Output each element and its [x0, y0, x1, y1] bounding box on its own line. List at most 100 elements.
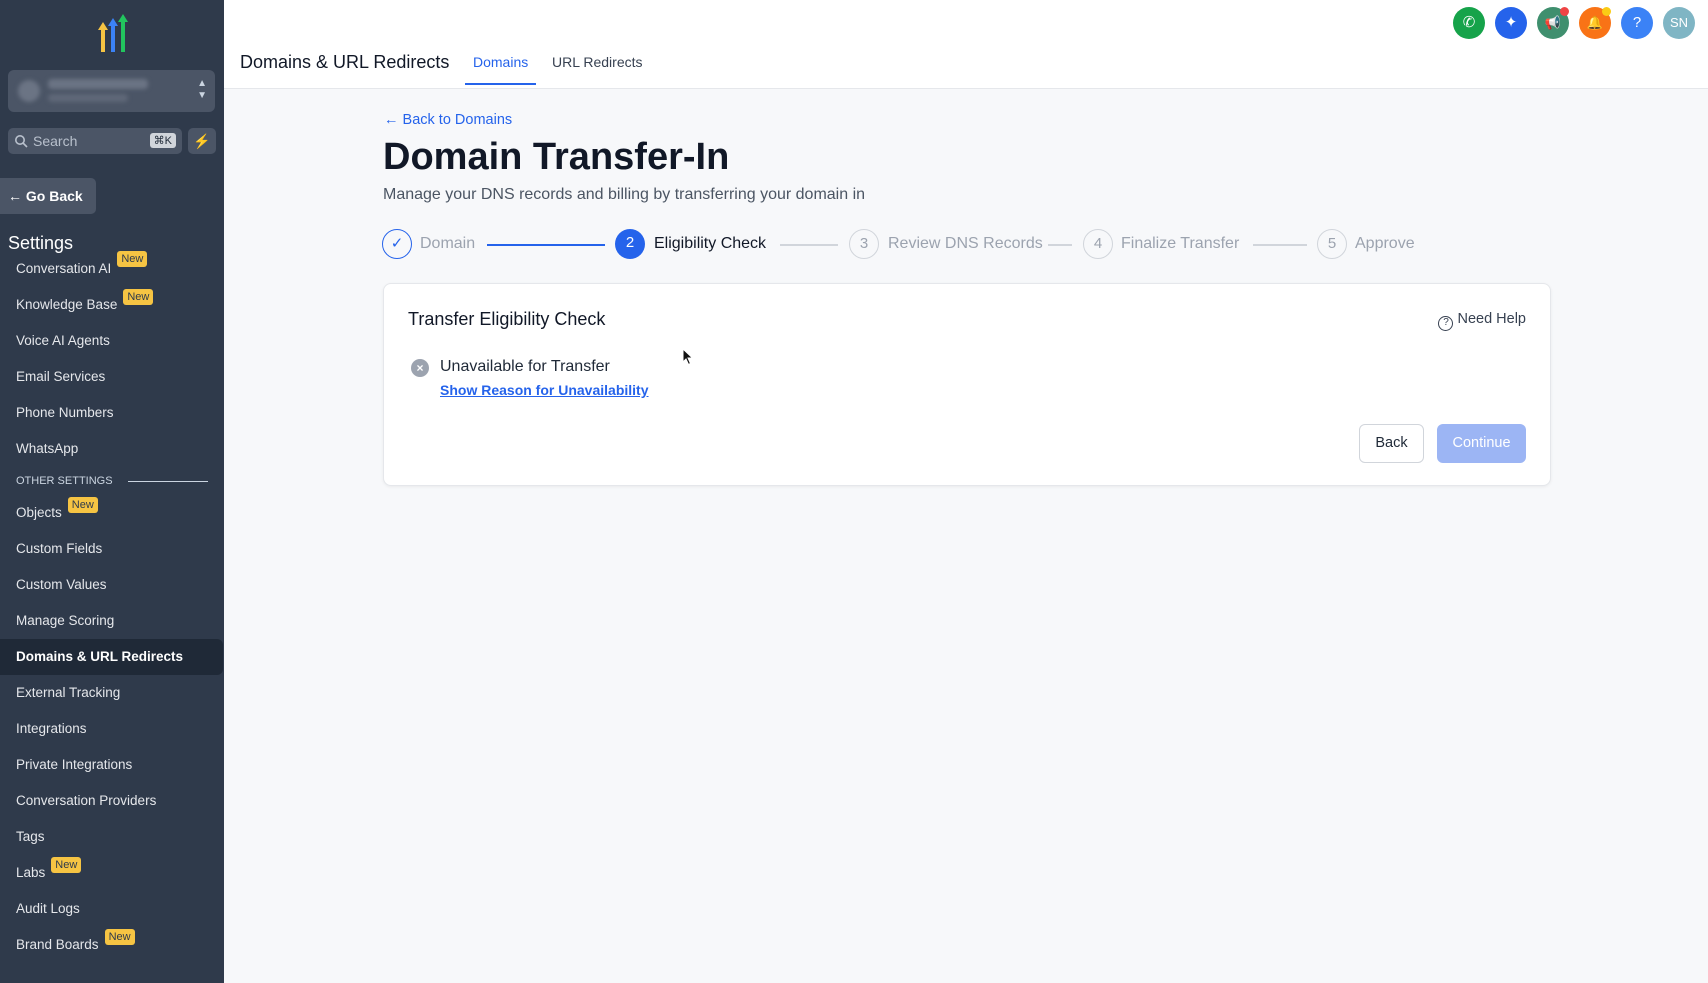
- sidebar-item-label: Custom Fields: [16, 541, 103, 556]
- megaphone-icon[interactable]: 📢: [1537, 7, 1569, 39]
- back-to-domains-link[interactable]: ← Back to Domains: [384, 112, 512, 128]
- new-badge: New: [123, 289, 154, 305]
- search-icon: [15, 135, 28, 148]
- sidebar-item-private-integrations[interactable]: Private Integrations: [0, 747, 224, 783]
- notification-dot: [1602, 7, 1611, 16]
- new-badge: New: [104, 929, 135, 945]
- page-subtitle: Manage your DNS records and billing by t…: [383, 186, 866, 203]
- sidebar-item-label: Tags: [16, 829, 45, 844]
- step-4-label: Finalize Transfer: [1121, 235, 1240, 252]
- step-4-number: 4: [1083, 229, 1113, 259]
- sidebar-item-brand-boards[interactable]: Brand Boards New: [0, 927, 224, 963]
- sidebar-item-voice-ai-agents[interactable]: Voice AI Agents: [0, 323, 224, 359]
- sidebar-item-label: Conversation Providers: [16, 793, 157, 808]
- sidebar-item-integrations[interactable]: Integrations: [0, 711, 224, 747]
- step-connector: [1048, 244, 1072, 246]
- bell-icon[interactable]: 🔔: [1579, 7, 1611, 39]
- mouse-cursor-icon: [682, 348, 694, 366]
- transfer-status: Unavailable for Transfer: [440, 358, 610, 375]
- search-placeholder: Search: [33, 133, 78, 149]
- account-address-blurred: [48, 94, 128, 102]
- sidebar-item-objects[interactable]: Objects New: [0, 495, 224, 531]
- active-tab-indicator: [465, 83, 536, 85]
- ai-sparkle-icon[interactable]: ✦: [1495, 7, 1527, 39]
- search-input[interactable]: Search ⌘K: [8, 128, 182, 154]
- sidebar-item-audit-logs[interactable]: Audit Logs: [0, 891, 224, 927]
- lightning-icon[interactable]: ⚡: [188, 128, 216, 154]
- step-connector: [1253, 244, 1307, 246]
- step-3-number: 3: [849, 229, 879, 259]
- sidebar-item-label: Manage Scoring: [16, 613, 115, 628]
- sidebar-item-label: Labs: [16, 865, 46, 880]
- sidebar-item-custom-values[interactable]: Custom Values: [0, 567, 224, 603]
- sidebar-item-conversation-providers[interactable]: Conversation Providers: [0, 783, 224, 819]
- help-icon[interactable]: ?: [1621, 7, 1653, 39]
- continue-button[interactable]: Continue: [1437, 424, 1526, 463]
- tab-url-redirects[interactable]: URL Redirects: [552, 54, 643, 70]
- sidebar-item-whatsapp[interactable]: WhatsApp: [0, 431, 224, 467]
- phone-icon[interactable]: ✆: [1453, 7, 1485, 39]
- step-1-check-icon: ✓: [382, 229, 412, 259]
- go-back-label: Go Back: [25, 188, 83, 204]
- sidebar-item-label: Voice AI Agents: [16, 333, 110, 348]
- step-5-number: 5: [1317, 229, 1347, 259]
- card-title: Transfer Eligibility Check: [408, 309, 606, 329]
- step-1-label: Domain: [420, 235, 476, 252]
- sidebar-item-tags[interactable]: Tags: [0, 819, 224, 855]
- sidebar-item-phone-numbers[interactable]: Phone Numbers: [0, 395, 224, 431]
- app-logo: [98, 14, 128, 52]
- section-divider: [128, 481, 208, 482]
- chevron-updown-icon: ▲ ▼: [197, 78, 207, 101]
- step-connector: [780, 244, 838, 246]
- sidebar-item-label: Custom Values: [16, 577, 107, 592]
- sidebar-item-domains-url-redirects[interactable]: Domains & URL Redirects: [0, 639, 223, 675]
- help-circle-icon: ?: [1438, 316, 1454, 331]
- sidebar-item-label: Integrations: [16, 721, 87, 736]
- section-label-other-settings: OTHER SETTINGS: [0, 467, 224, 495]
- x-circle-icon: ×: [411, 359, 429, 377]
- avatar[interactable]: SN: [1663, 7, 1695, 39]
- tab-domains[interactable]: Domains: [473, 54, 528, 70]
- sidebar-item-label: Private Integrations: [16, 757, 133, 772]
- page-heading: Domains & URL Redirects: [240, 52, 450, 72]
- sidebar-item-label: Objects: [16, 505, 62, 520]
- back-to-domains-label: Back to Domains: [402, 112, 513, 128]
- account-name-blurred: [48, 79, 148, 89]
- top-header: Domains & URL Redirects Domains URL Redi…: [224, 0, 1708, 89]
- step-connector: [487, 244, 605, 246]
- transfer-stepper: ✓ Domain 2 Eligibility Check 3 Review DN…: [0, 229, 1708, 261]
- need-help-label: Need Help: [1457, 311, 1526, 327]
- step-2-label: Eligibility Check: [654, 235, 767, 252]
- account-avatar: [18, 80, 40, 102]
- sidebar-item-custom-fields[interactable]: Custom Fields: [0, 531, 224, 567]
- sidebar-item-knowledge-base[interactable]: Knowledge Base New: [0, 287, 224, 323]
- section-label-text: OTHER SETTINGS: [16, 475, 113, 487]
- need-help-link[interactable]: ? Need Help: [1438, 311, 1526, 331]
- sidebar: ▲ ▼ Search ⌘K ⚡ ← Go Back Settings Conver…: [0, 0, 224, 983]
- sidebar-item-label: WhatsApp: [16, 441, 79, 456]
- settings-nav: Conversation AI New Knowledge Base New Voi…: [0, 251, 224, 963]
- new-badge: New: [51, 857, 82, 873]
- sidebar-item-labs[interactable]: Labs New: [0, 855, 224, 891]
- sidebar-item-label: Domains & URL Redirects: [16, 649, 184, 664]
- sidebar-item-label: Knowledge Base: [16, 297, 118, 312]
- sidebar-item-label: Audit Logs: [16, 901, 80, 916]
- sidebar-item-label: Conversation AI: [16, 261, 112, 276]
- search-shortcut: ⌘K: [149, 133, 176, 148]
- eligibility-card: Transfer Eligibility Check ? Need Help × …: [383, 283, 1551, 486]
- notification-dot: [1560, 7, 1569, 16]
- account-switcher[interactable]: ▲ ▼: [8, 70, 215, 112]
- show-reason-link[interactable]: Show Reason for Unavailability: [440, 382, 649, 398]
- step-3-label: Review DNS Records: [888, 235, 1043, 252]
- new-badge: New: [67, 497, 98, 513]
- sidebar-item-manage-scoring[interactable]: Manage Scoring: [0, 603, 224, 639]
- sidebar-item-label: External Tracking: [16, 685, 121, 700]
- sidebar-item-email-services[interactable]: Email Services: [0, 359, 224, 395]
- arrow-left-icon: ←: [384, 112, 399, 128]
- step-2-number: 2: [615, 229, 645, 259]
- sidebar-item-label: Brand Boards: [16, 937, 99, 952]
- go-back-button[interactable]: ← Go Back: [0, 178, 96, 214]
- step-5-label: Approve: [1355, 235, 1415, 252]
- back-button[interactable]: Back: [1359, 424, 1424, 463]
- sidebar-item-external-tracking[interactable]: External Tracking: [0, 675, 224, 711]
